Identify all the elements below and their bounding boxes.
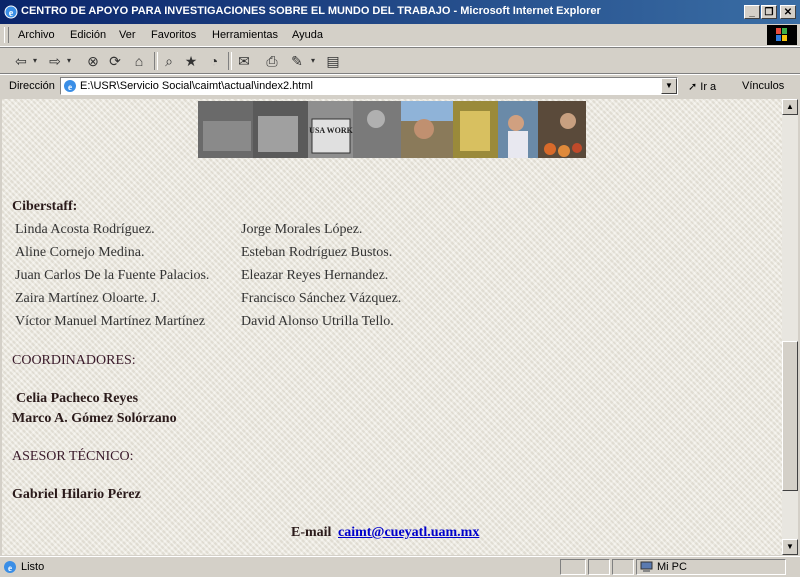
home-icon[interactable]: ⌂ — [130, 52, 148, 70]
favorites-icon[interactable]: ★ — [182, 52, 200, 70]
coordinador-name: Celia Pacheco Reyes — [16, 391, 139, 406]
status-panel — [588, 559, 610, 575]
staff-name: Linda Acosta Rodríguez. — [15, 222, 155, 237]
forward-icon[interactable]: ⇨ — [46, 52, 64, 70]
toolbar-separator — [228, 52, 232, 70]
page-status-icon: e — [4, 561, 16, 573]
page-icon: e — [64, 80, 76, 92]
staff-name: David Alonso Utrilla Tello. — [241, 314, 394, 329]
staff-name: Eleazar Reyes Hernandez. — [241, 268, 389, 283]
staff-name: Víctor Manuel Martínez Martínez — [15, 314, 206, 329]
go-button[interactable]: ➚ Ir a — [688, 80, 716, 93]
staff-name: Zaira Martínez Oloarte. J. — [15, 291, 160, 306]
scroll-down-icon[interactable]: ▼ — [782, 539, 798, 555]
restore-button[interactable]: ❐ — [761, 5, 777, 19]
menu-favoritos[interactable]: Favoritos — [151, 29, 196, 41]
print-icon[interactable]: ⎙ — [263, 52, 281, 70]
address-bar: Dirección e E:\USR\Servicio Social\caimt… — [0, 73, 800, 98]
address-label: Dirección — [9, 80, 55, 92]
minimize-button[interactable]: _ — [744, 5, 760, 19]
forward-dropdown-icon[interactable]: ▾ — [64, 52, 74, 70]
menu-ayuda[interactable]: Ayuda — [292, 29, 323, 41]
menu-archivo[interactable]: Archivo — [18, 29, 55, 41]
coordinador-name: Marco A. Gómez Solórzano — [12, 411, 177, 426]
menu-grip — [4, 27, 9, 43]
title-bar: e CENTRO DE APOYO PARA INVESTIGACIONES S… — [0, 0, 800, 24]
asesor-heading: ASESOR TÉCNICO: — [12, 449, 134, 464]
vertical-scrollbar[interactable]: ▲ ▼ — [782, 99, 798, 555]
go-label: Ir a — [700, 81, 717, 93]
search-icon[interactable]: ⌕ — [160, 52, 178, 70]
go-arrow-icon: ➚ — [688, 81, 698, 93]
status-panel — [560, 559, 586, 575]
status-text: Listo — [21, 561, 45, 573]
status-bar: e Listo Mi PC — [0, 556, 800, 577]
menu-edicion[interactable]: Edición — [70, 29, 106, 41]
asesor-name: Gabriel Hilario Pérez — [12, 487, 141, 502]
scroll-up-icon[interactable]: ▲ — [782, 99, 798, 115]
scroll-thumb[interactable] — [782, 341, 798, 491]
address-input[interactable]: e E:\USR\Servicio Social\caimt\actual\in… — [60, 77, 678, 95]
svg-text:e: e — [68, 82, 72, 92]
banner-image: USA WORK — [198, 101, 586, 158]
back-dropdown-icon[interactable]: ▾ — [30, 52, 40, 70]
staff-name: Jorge Morales López. — [241, 222, 363, 237]
menu-herramientas[interactable]: Herramientas — [212, 29, 278, 41]
edit-dropdown-icon[interactable]: ▾ — [308, 52, 318, 70]
window-title: CENTRO DE APOYO PARA INVESTIGACIONES SOB… — [21, 5, 601, 17]
refresh-icon[interactable]: ⟳ — [106, 52, 124, 70]
toolbar-separator — [154, 52, 158, 70]
staff-name: Francisco Sánchez Vázquez. — [241, 291, 402, 306]
history-icon[interactable]: ◔ — [205, 52, 223, 70]
address-url[interactable]: E:\USR\Servicio Social\caimt\actual\inde… — [80, 80, 313, 92]
stop-icon[interactable]: ⊗ — [84, 52, 102, 70]
ciberstaff-heading: Ciberstaff: — [12, 199, 78, 214]
edit-icon[interactable]: ✎ — [288, 52, 306, 70]
toolbar: ⇦ ▾ ⇨ ▾ ⊗ ⟳ ⌂ ⌕ ★ ◔ ✉ ⎙ ✎ ▾ ▤ — [0, 47, 800, 75]
coordinadores-heading: COORDINADORES: — [12, 353, 136, 368]
staff-name: Juan Carlos De la Fuente Palacios. — [15, 268, 210, 283]
status-panel — [612, 559, 634, 575]
address-dropdown-icon[interactable]: ▼ — [661, 78, 677, 94]
discuss-icon[interactable]: ▤ — [324, 52, 342, 70]
page-content: USA WORK Ciberstaff: Linda Acosta Rodríg… — [2, 99, 782, 555]
menu-ver[interactable]: Ver — [119, 29, 136, 41]
zone-text: Mi PC — [657, 561, 687, 573]
email-link[interactable]: caimt@cueyatl.uam.mx — [338, 525, 479, 541]
ie-logo-icon: e — [4, 5, 18, 19]
links-button[interactable]: Vínculos — [742, 80, 784, 92]
menu-bar: Archivo Edición Ver Favoritos Herramient… — [0, 24, 800, 47]
staff-name: Aline Cornejo Medina. — [15, 245, 145, 260]
mail-icon[interactable]: ✉ — [235, 52, 253, 70]
svg-text:e: e — [9, 8, 14, 19]
svg-text:e: e — [8, 563, 12, 573]
close-button[interactable]: ✕ — [780, 5, 796, 19]
windows-logo-icon — [767, 25, 797, 45]
email-label: E-mail — [291, 525, 332, 540]
my-computer-icon — [640, 561, 653, 572]
back-icon[interactable]: ⇦ — [12, 52, 30, 70]
banner-sign: USA WORK — [309, 126, 353, 135]
staff-name: Esteban Rodríguez Bustos. — [241, 245, 393, 260]
